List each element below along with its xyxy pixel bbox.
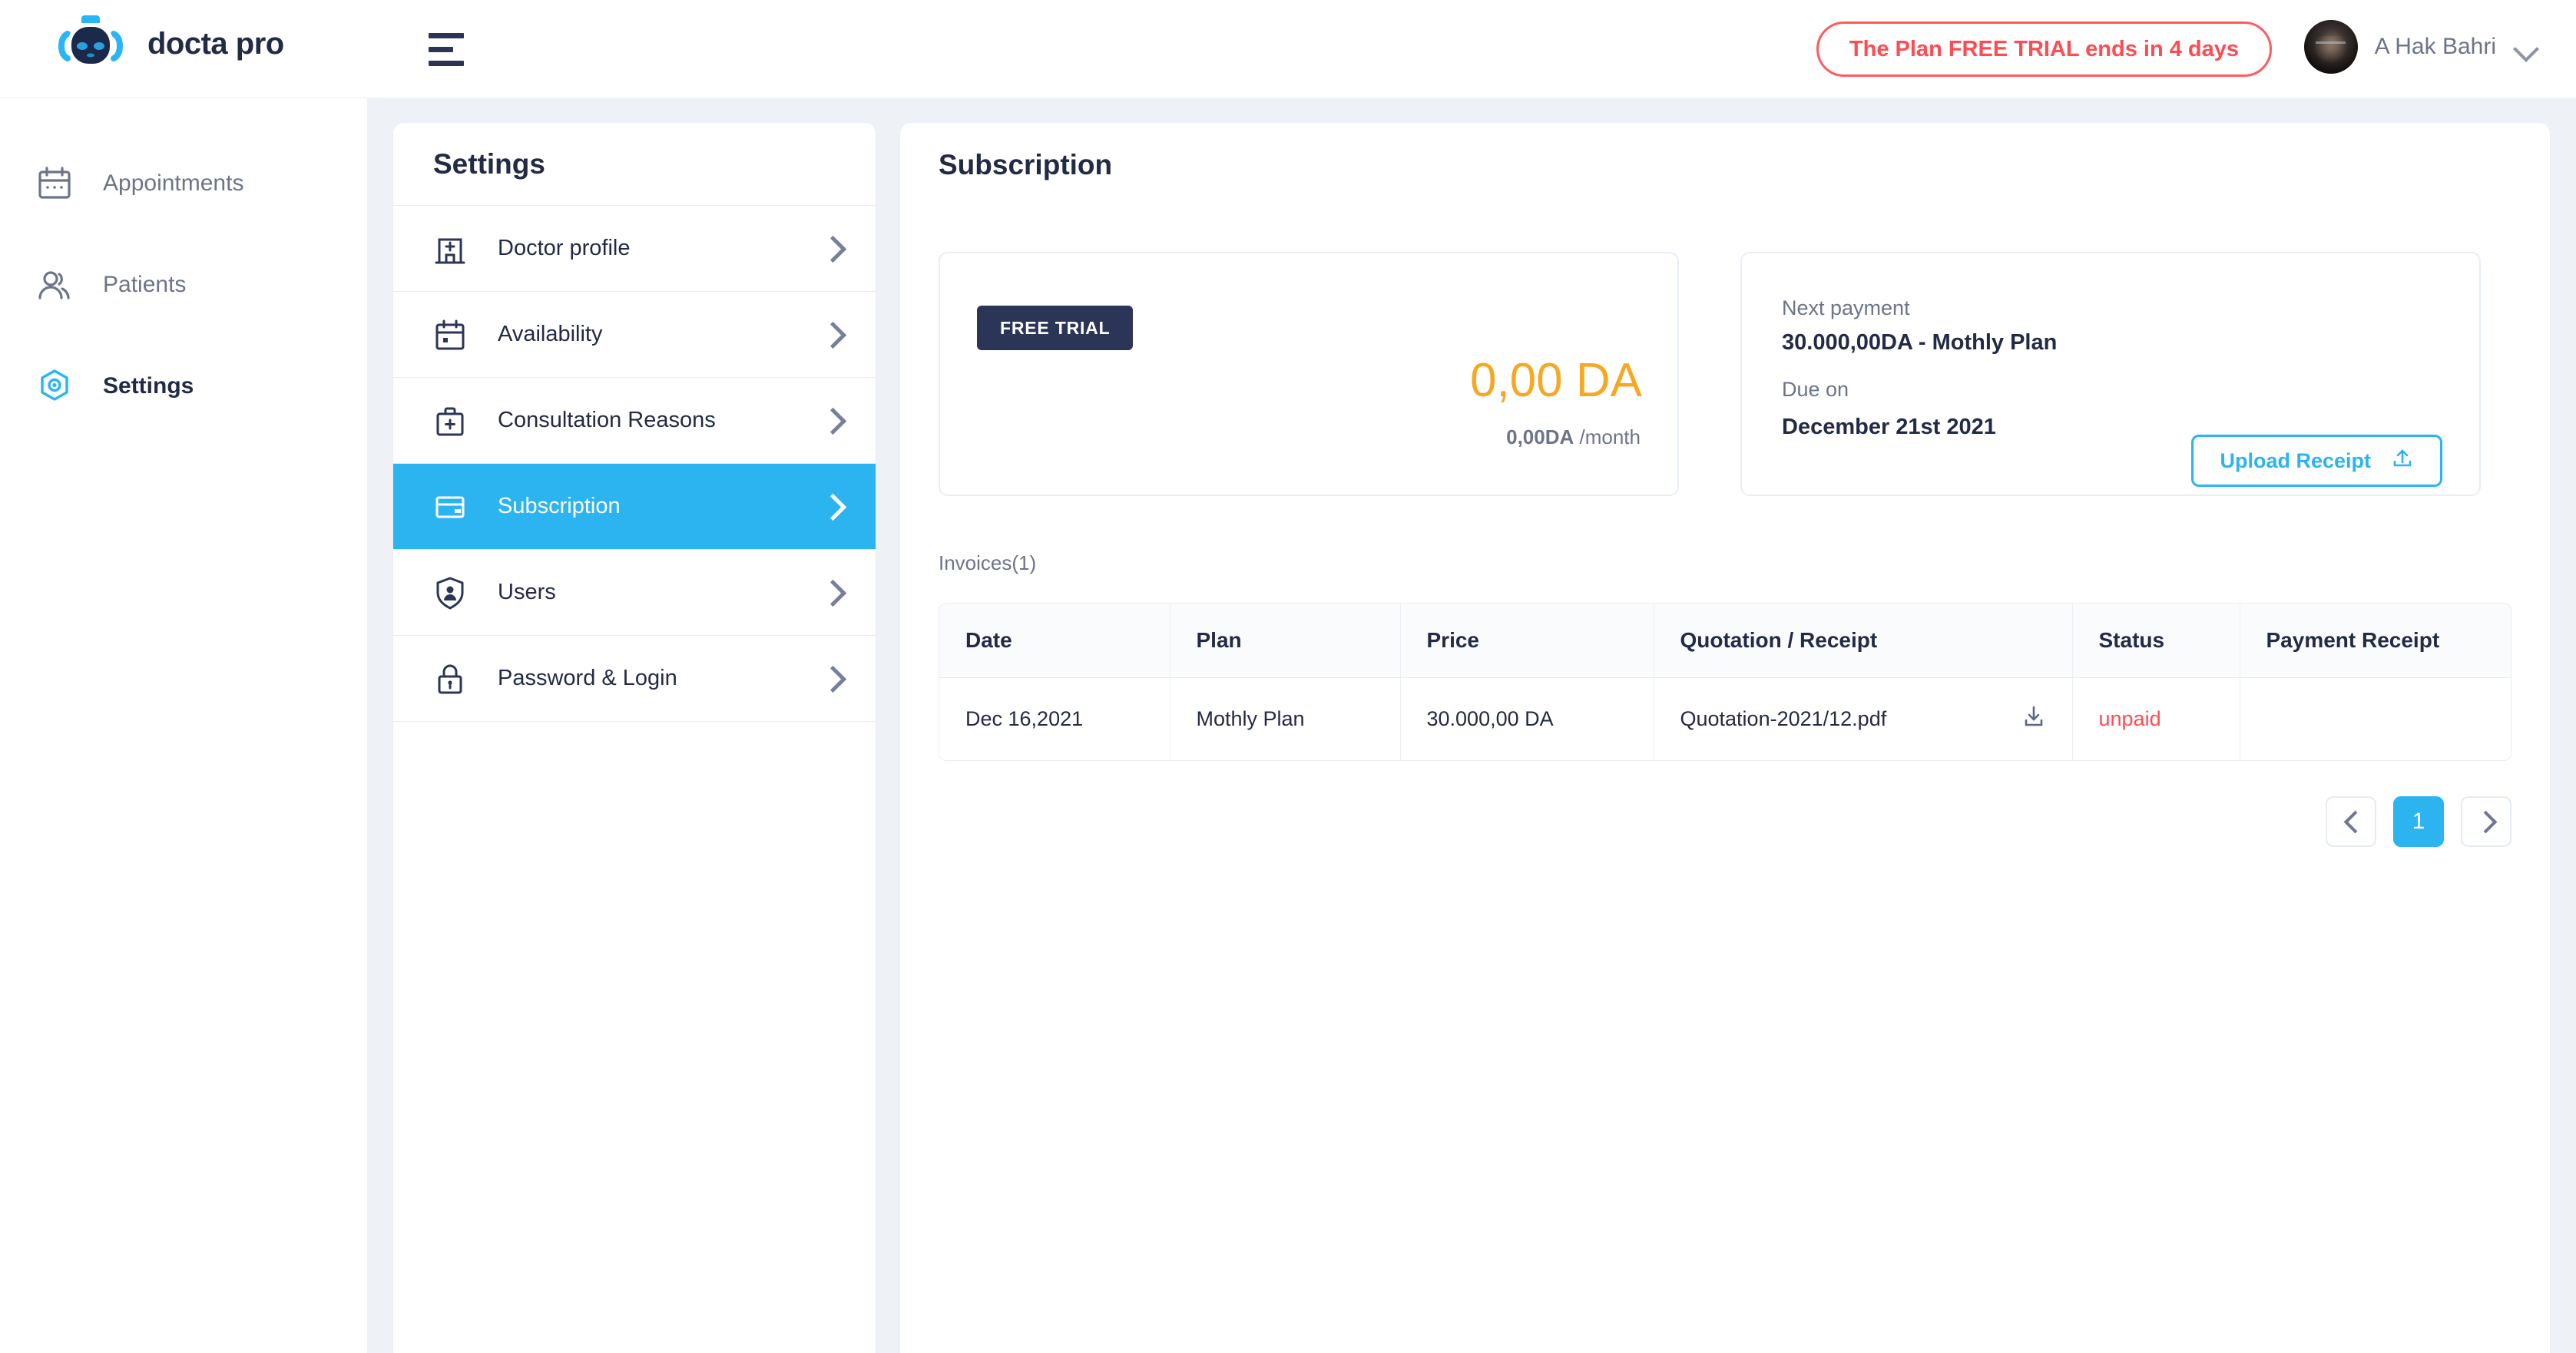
plan-badge: FREE TRIAL [977, 306, 1134, 350]
settings-panel-header: Settings [393, 123, 876, 206]
sidebar-item-label: Settings [103, 373, 194, 399]
hamburger-line [429, 60, 464, 66]
hamburger-menu-icon[interactable] [429, 29, 476, 69]
next-payment-card: Next payment 30.000,00DA - Mothly Plan D… [1740, 252, 2481, 496]
sidebar-item-label: Patients [103, 272, 187, 297]
settings-item-label: Subscription [498, 494, 621, 518]
pagination-page-1[interactable]: 1 [2393, 796, 2444, 847]
hamburger-line [429, 32, 464, 38]
settings-item-label: Doctor profile [498, 236, 631, 260]
download-icon[interactable] [2021, 704, 2046, 734]
cell-quotation: Quotation-2021/12.pdf [1654, 677, 2073, 760]
lock-icon [432, 660, 469, 697]
column-header-payment-receipt: Payment Receipt [2240, 604, 2511, 678]
cell-payment-receipt [2240, 677, 2511, 760]
current-plan-card: FREE TRIAL 0,00 DA 0,00DA /month [939, 252, 1679, 496]
column-header-date: Date [939, 604, 1170, 678]
due-on-label: Due on [1782, 378, 1849, 401]
left-nav-rail: Appointments Patients Settings [0, 98, 367, 1353]
medical-bag-icon [432, 402, 469, 439]
cell-status: unpaid [2072, 677, 2240, 760]
plan-price-monthly-value: 0,00DA [1506, 425, 1574, 448]
chevron-right-icon [822, 667, 845, 690]
invoices-count-label: Invoices(1) [939, 551, 1037, 574]
sidebar-item-appointments[interactable]: Appointments [0, 157, 367, 210]
chevron-right-icon [822, 323, 845, 346]
plan-price: 0,00 DA [1469, 354, 1642, 407]
page-title: Subscription [939, 149, 1113, 180]
avatar [2303, 20, 2358, 74]
shield-user-icon [432, 574, 469, 611]
settings-item-label: Users [498, 580, 556, 604]
settings-item-label: Consultation Reasons [498, 408, 716, 432]
credit-card-icon [432, 488, 469, 525]
next-payment-value: 30.000,00DA - Mothly Plan [1782, 330, 2058, 355]
users-icon [37, 267, 72, 303]
app-root: docta pro The Plan FREE TRIAL ends in 4 … [0, 0, 2576, 1353]
upload-receipt-button[interactable]: Upload Receipt [2191, 435, 2442, 487]
hexagon-gear-icon [37, 369, 72, 404]
settings-item-users[interactable]: Users [393, 550, 876, 636]
plan-price-monthly: 0,00DA /month [1506, 425, 1641, 449]
brand-name: docta pro [147, 26, 284, 61]
cell-plan: Mothly Plan [1170, 677, 1401, 760]
sidebar-item-patients[interactable]: Patients [0, 258, 367, 312]
trial-notice-button[interactable]: The Plan FREE TRIAL ends in 4 days [1816, 22, 2272, 77]
settings-item-subscription[interactable]: Subscription [393, 464, 876, 550]
calendar-icon [37, 166, 72, 201]
pagination-prev-button[interactable] [2326, 796, 2376, 847]
user-menu[interactable]: A Hak Bahri [2303, 20, 2539, 74]
sidebar-item-settings[interactable]: Settings [0, 359, 367, 413]
settings-item-label: Availability [498, 322, 603, 346]
settings-item-label: Password & Login [498, 666, 677, 690]
chevron-right-icon [822, 495, 845, 518]
user-name-label: A Hak Bahri [2374, 34, 2496, 59]
settings-item-consultation-reasons[interactable]: Consultation Reasons [393, 378, 876, 464]
chevron-right-icon [2478, 813, 2495, 830]
hospital-icon [432, 230, 469, 267]
avatar-face [2313, 36, 2348, 65]
column-header-plan: Plan [1170, 604, 1401, 678]
quotation-file-name: Quotation-2021/12.pdf [1680, 706, 1887, 730]
next-payment-label: Next payment [1782, 296, 1910, 319]
page-header: Subscription [900, 123, 2550, 207]
due-on-value: December 21st 2021 [1782, 415, 1996, 439]
settings-item-password-login[interactable]: Password & Login [393, 636, 876, 722]
column-header-price: Price [1400, 604, 1654, 678]
invoices-table: Date Plan Price Quotation / Receipt Stat… [939, 603, 2511, 761]
pagination: 1 [900, 761, 2550, 847]
chevron-right-icon [822, 237, 845, 260]
subscription-panel: Subscription FREE TRIAL 0,00 DA 0,00DA /… [900, 123, 2550, 1353]
chevron-left-icon [2343, 813, 2359, 830]
upload-icon [2391, 447, 2414, 475]
summary-cards: FREE TRIAL 0,00 DA 0,00DA /month Next pa… [900, 207, 2550, 496]
sidebar-item-label: Appointments [103, 170, 244, 196]
hamburger-line [429, 46, 453, 52]
table-row: Dec 16,2021 Mothly Plan 30.000,00 DA Quo… [939, 677, 2511, 760]
settings-title: Settings [433, 147, 545, 180]
chevron-right-icon [822, 581, 845, 604]
robot-head-icon [54, 11, 127, 77]
settings-item-doctor-profile[interactable]: Doctor profile [393, 206, 876, 292]
settings-item-availability[interactable]: Availability [393, 292, 876, 378]
chevron-right-icon [822, 409, 845, 432]
cell-price: 30.000,00 DA [1400, 677, 1654, 760]
cell-date: Dec 16,2021 [939, 677, 1170, 760]
column-header-status: Status [2072, 604, 2240, 678]
chevron-down-icon[interactable] [2513, 34, 2539, 60]
brand-logo-area[interactable]: docta pro [54, 11, 284, 77]
upload-receipt-label: Upload Receipt [2220, 448, 2371, 472]
column-header-quotation: Quotation / Receipt [1654, 604, 2073, 678]
avatar-glasses [2315, 41, 2346, 47]
calendar-icon [432, 316, 469, 353]
settings-panel: Settings Doctor profile Availability Con… [393, 123, 876, 1353]
plan-price-monthly-suffix: /month [1579, 425, 1641, 448]
table-header-row: Date Plan Price Quotation / Receipt Stat… [939, 604, 2511, 678]
top-bar: docta pro The Plan FREE TRIAL ends in 4 … [0, 0, 2576, 98]
pagination-next-button[interactable] [2461, 796, 2511, 847]
